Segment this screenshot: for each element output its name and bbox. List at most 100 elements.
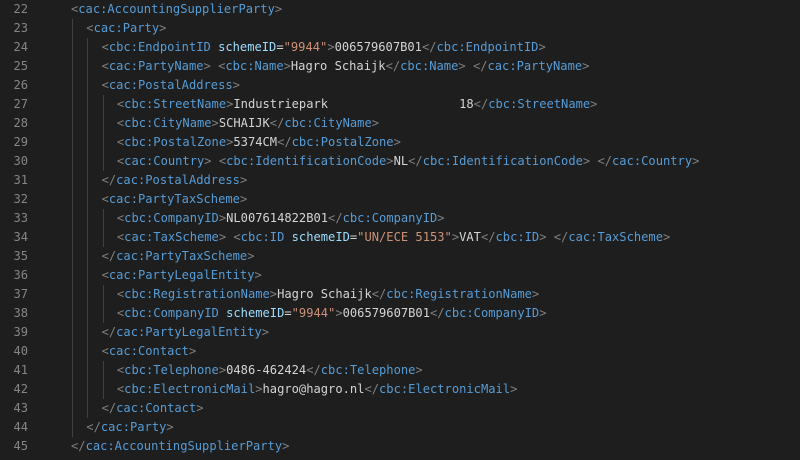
code-text: </cac:PartyLegalEntity>	[102, 323, 269, 342]
code-token: </	[371, 287, 387, 301]
code-line[interactable]: 27 <cbc:StreetName>Industriepark 18</cbc:…	[0, 95, 800, 114]
code-line[interactable]: 38 <cbc:CompanyID schemeID="9944">0065796…	[0, 304, 800, 323]
code-token: cac:PartyLegalEntity	[108, 268, 255, 282]
code-token: </	[101, 401, 117, 415]
code-line[interactable]: 31 </cac:PostalAddress>	[0, 171, 800, 190]
code-token: </	[385, 59, 401, 73]
code-token: <	[233, 230, 241, 244]
code-token: schemeID	[218, 40, 277, 54]
code-token: >	[692, 154, 700, 168]
code-token: cac:PostalAddress	[108, 78, 233, 92]
code-token: >	[204, 154, 212, 168]
code-text: <cac:PartyLegalEntity>	[102, 266, 262, 285]
code-token: </	[328, 211, 343, 225]
code-text: <cbc:ElectronicMail>hagro@hagro.nl</cbc:…	[117, 380, 517, 399]
code-token: cbc:ID	[240, 230, 285, 244]
code-token: cac:Party	[100, 420, 167, 434]
code-token: cac:Contact	[108, 344, 189, 358]
code-token: cbc:PostalZone	[124, 135, 227, 149]
line-number: 28	[13, 116, 28, 130]
code-line[interactable]: 43 </cac:Contact>	[0, 399, 800, 418]
code-line[interactable]: 29 <cbc:PostalZone>5374CM</cbc:PostalZone…	[0, 133, 800, 152]
code-line[interactable]: 37 <cbc:RegistrationName>Hagro Schaijk</c…	[0, 285, 800, 304]
code-line[interactable]: 35 </cac:PartyTaxScheme>	[0, 247, 800, 266]
code-token: cbc:ElectronicMail	[124, 382, 256, 396]
code-token: >	[274, 2, 283, 16]
code-line[interactable]: 39 </cac:PartyLegalEntity>	[0, 323, 800, 342]
code-token: cbc:RegistrationName	[386, 287, 532, 301]
code-token: "9944"	[283, 40, 328, 54]
code-editor[interactable]: 22 <cac:AccountingSupplierParty> 23 <cac:Pa…	[0, 0, 800, 460]
code-line[interactable]: 45 </cac:AccountingSupplierParty>	[0, 437, 800, 456]
line-number: 40	[13, 344, 28, 358]
code-token: cbc:CityName	[284, 116, 372, 130]
code-token: cbc:CityName	[124, 116, 212, 130]
code-token: VAT	[459, 230, 481, 244]
code-token: =	[276, 40, 284, 54]
code-text: <cac:AccountingSupplierParty>	[71, 0, 282, 19]
code-token: cbc:Name	[225, 59, 284, 73]
code-token: 006579607B01	[342, 306, 430, 320]
code-token: </	[277, 135, 292, 149]
line-number: 39	[13, 325, 28, 339]
code-line[interactable]: 41 <cbc:Telephone>0486-462424</cbc:Teleph…	[0, 361, 800, 380]
code-text: <cac:Contact>	[102, 342, 197, 361]
code-line[interactable]: 34 <cac:TaxScheme> <cbc:ID schemeID="UN/E…	[0, 228, 800, 247]
code-token: =	[284, 306, 292, 320]
code-token: Hagro Schaijk	[277, 287, 372, 301]
code-text: <cac:TaxScheme> <cbc:ID schemeID="UN/ECE…	[117, 228, 670, 247]
code-token: 006579607B01	[334, 40, 422, 54]
code-token: cac:Country	[612, 154, 693, 168]
code-line[interactable]: 23 <cac:Party>	[0, 19, 800, 38]
code-token: <	[101, 78, 109, 92]
line-number: 27	[13, 97, 28, 111]
code-token: cac:Contact	[116, 401, 197, 415]
code-token: >	[662, 230, 671, 244]
line-number: 43	[13, 401, 28, 415]
code-line[interactable]: 22 <cac:AccountingSupplierParty>	[0, 0, 800, 19]
code-text: </cac:PartyTaxScheme>	[102, 247, 255, 266]
line-number: 37	[13, 287, 28, 301]
code-token: </	[364, 382, 380, 396]
code-line[interactable]: 40 <cac:Contact>	[0, 342, 800, 361]
code-line[interactable]: 26 <cac:PostalAddress>	[0, 76, 800, 95]
code-token: >	[282, 439, 290, 453]
code-token: </	[597, 154, 613, 168]
code-line[interactable]: 30 <cac:Country> <cbc:IdentificationCode>…	[0, 152, 800, 171]
code-line[interactable]: 24 <cbc:EndpointID schemeID="9944">006579…	[0, 38, 800, 57]
code-line[interactable]: 28 <cbc:CityName>SCHAIJK</cbc:CityName>	[0, 114, 800, 133]
code-token: cbc:StreetName	[488, 97, 591, 111]
code-token: cbc:CompanyID	[342, 211, 438, 225]
code-text: <cbc:CityName>SCHAIJK</cbc:CityName>	[117, 114, 379, 133]
code-text: <cbc:PostalZone>5374CM</cbc:PostalZone>	[117, 133, 401, 152]
code-token: NL007614822B01	[226, 211, 329, 225]
code-line[interactable]: 36 <cac:PartyLegalEntity>	[0, 266, 800, 285]
line-number: 22	[13, 2, 28, 16]
line-number: 34	[13, 230, 28, 244]
code-token: >	[254, 268, 262, 282]
line-number: 31	[13, 173, 28, 187]
code-token: </	[71, 439, 86, 453]
code-token: >	[539, 306, 547, 320]
code-line[interactable]: 42 <cbc:ElectronicMail>hagro@hagro.nl</cb…	[0, 380, 800, 399]
code-token: <	[101, 268, 109, 282]
code-token: </	[472, 59, 488, 73]
code-token: cac:Country	[124, 154, 205, 168]
code-text: <cbc:EndpointID schemeID="9944">00657960…	[102, 38, 546, 57]
code-line[interactable]: 25 <cac:PartyName> <cbc:Name>Hagro Schaij…	[0, 57, 800, 76]
line-number: 30	[13, 154, 28, 168]
code-line[interactable]: 33 <cbc:CompanyID>NL007614822B01</cbc:Com…	[0, 209, 800, 228]
code-token: >	[261, 325, 270, 339]
code-line[interactable]: 32 <cac:PartyTaxScheme>	[0, 190, 800, 209]
code-text: <cac:Country> <cbc:IdentificationCode>NL…	[117, 152, 700, 171]
code-token: cac:TaxScheme	[124, 230, 219, 244]
code-token: >	[510, 382, 518, 396]
code-text: <cbc:CompanyID>NL007614822B01</cbc:Compa…	[117, 209, 445, 228]
code-token: cac:Party	[93, 21, 160, 35]
code-token: >	[247, 249, 255, 263]
code-token: >	[393, 135, 401, 149]
code-text: </cac:Party>	[86, 418, 173, 437]
code-token: cbc:CompanyID	[444, 306, 540, 320]
code-line[interactable]: 44 </cac:Party>	[0, 418, 800, 437]
